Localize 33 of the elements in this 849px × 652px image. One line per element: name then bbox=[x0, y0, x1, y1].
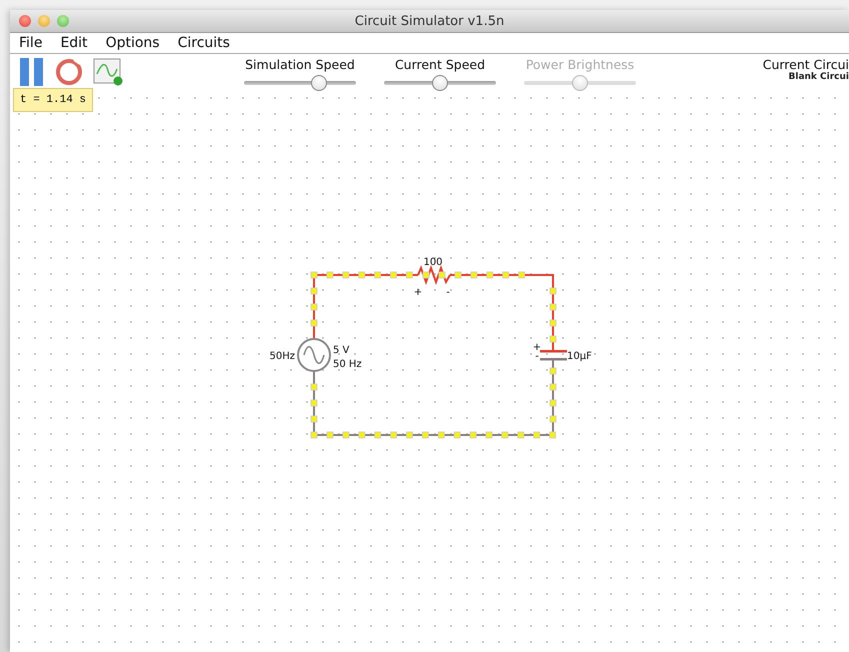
pause-icon[interactable] bbox=[19, 57, 45, 87]
slider-label: Current Speed bbox=[394, 57, 486, 72]
slider-label: Power Brightness bbox=[526, 57, 634, 72]
current-circuit-label: Current Circui bbox=[762, 57, 849, 72]
slider[interactable] bbox=[384, 75, 496, 91]
resistor-drawing[interactable] bbox=[417, 265, 451, 285]
capacitance-label: 10µF bbox=[567, 351, 592, 362]
slider-thumb[interactable] bbox=[311, 75, 328, 91]
frequency-label: 50Hz bbox=[270, 351, 295, 362]
wire[interactable] bbox=[313, 359, 554, 436]
slider-label: Simulation Speed bbox=[245, 57, 355, 72]
ac-source-drawing[interactable] bbox=[297, 338, 331, 372]
window-title: Circuit Simulator v1.5n bbox=[354, 14, 504, 28]
polarity-label: + bbox=[532, 342, 542, 353]
polarity-label: - bbox=[446, 287, 450, 298]
reset-icon[interactable] bbox=[55, 58, 83, 86]
slider-thumb[interactable] bbox=[432, 75, 448, 91]
menu-item[interactable]: Circuits bbox=[168, 35, 239, 51]
polarity-label: - bbox=[535, 351, 539, 362]
capacitor-drawing[interactable] bbox=[540, 350, 567, 360]
slider[interactable] bbox=[244, 75, 356, 91]
menu-item[interactable]: Edit bbox=[51, 35, 97, 51]
time-display: t = 1.14 s bbox=[13, 88, 94, 112]
frequency-label: 50 Hz bbox=[333, 359, 362, 370]
circuit-name: Blank Circui bbox=[788, 72, 849, 82]
close-button[interactable] bbox=[19, 15, 31, 27]
voltage-label: 5 V bbox=[333, 345, 350, 356]
scope-icon[interactable] bbox=[93, 58, 123, 86]
menu-item[interactable]: Options bbox=[96, 35, 169, 51]
polarity-label: + bbox=[414, 287, 422, 298]
resistance-label: 100 bbox=[423, 257, 443, 268]
wire[interactable] bbox=[313, 274, 554, 352]
menu-item[interactable]: File bbox=[10, 35, 52, 51]
